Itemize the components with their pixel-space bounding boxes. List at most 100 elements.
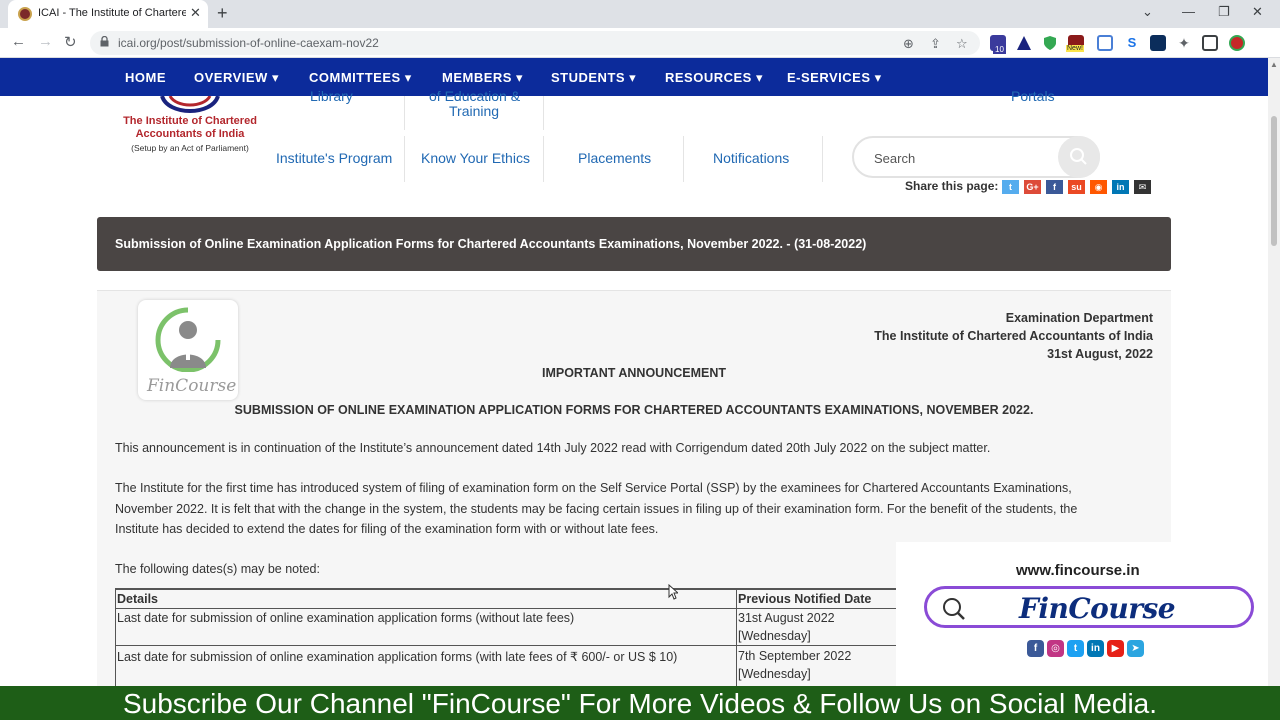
restore-icon[interactable]: ❐: [1218, 4, 1230, 20]
fincourse-watermark-logo: FinCourse: [138, 300, 238, 400]
nav-e-services[interactable]: E-SERVICES ▾: [787, 70, 882, 86]
linkedin-icon[interactable]: in: [1112, 180, 1129, 194]
fincourse-promo-overlay: www.fincourse.in FinCourse f ◎ t in ▶ ➤: [896, 542, 1280, 687]
nav-committees[interactable]: COMMITTEES ▾: [309, 70, 412, 86]
nav-members[interactable]: MEMBERS ▾: [442, 70, 523, 86]
menu-divider: [404, 136, 405, 182]
search-icon: [943, 598, 965, 620]
logo-line-3: (Setup by an Act of Parliament): [131, 143, 249, 153]
url-text: icai.org/post/submission-of-online-caexa…: [118, 36, 379, 50]
menu-placements[interactable]: Placements: [578, 150, 651, 166]
reload-icon[interactable]: ↻: [64, 33, 77, 51]
scroll-up-icon[interactable]: ▲: [1270, 60, 1278, 69]
menu-divider: [543, 136, 544, 182]
youtube-icon[interactable]: ▶: [1107, 640, 1124, 657]
back-icon[interactable]: ←: [11, 33, 26, 50]
table-header-details: Details: [117, 592, 158, 606]
post-title-bar: Submission of Online Examination Applica…: [97, 217, 1171, 271]
menu-divider: [683, 136, 684, 182]
table-border: [115, 588, 915, 590]
announcement-date: 31st August, 2022: [1047, 347, 1153, 361]
menu-divider: [822, 136, 823, 182]
table-row-2-detail: Last date for submission of online exami…: [117, 650, 678, 664]
table-border: [115, 645, 915, 646]
announcement-subheading: SUBMISSION OF ONLINE EXAMINATION APPLICA…: [234, 403, 1034, 417]
nav-home[interactable]: HOME: [125, 70, 166, 85]
extension-badge-count: 10: [993, 45, 1006, 54]
tab-title: ICAI - The Institute of Chartered: [38, 7, 186, 19]
extension-badge-new: New!: [1066, 45, 1084, 52]
linkedin-icon[interactable]: in: [1087, 640, 1104, 657]
minimize-icon[interactable]: —: [1182, 4, 1195, 19]
extensions-puzzle-icon[interactable]: ✦: [1176, 35, 1192, 51]
side-panel-icon[interactable]: [1202, 35, 1218, 51]
extension-5-icon[interactable]: [1097, 35, 1113, 51]
menu-library[interactable]: Library: [310, 88, 353, 104]
fincourse-website[interactable]: www.fincourse.in: [1016, 562, 1140, 579]
site-search: Search: [852, 136, 1100, 178]
close-tab-icon[interactable]: ✕: [190, 5, 201, 21]
google-plus-icon[interactable]: G+: [1024, 180, 1041, 194]
subscribe-banner: Subscribe Our Channel "FinCourse" For Mo…: [0, 686, 1280, 720]
table-row-2-date: 7th September 2022: [738, 649, 852, 663]
extension-6-icon[interactable]: S: [1124, 35, 1140, 51]
paragraph-1: This announcement is in continuation of …: [115, 441, 991, 455]
table-border: [115, 608, 915, 609]
search-input[interactable]: Search: [874, 151, 915, 166]
menu-divider: [543, 96, 544, 130]
twitter-icon[interactable]: t: [1067, 640, 1084, 657]
lock-icon: [100, 36, 109, 47]
person-icon: [155, 307, 221, 372]
bookmark-star-icon[interactable]: ☆: [956, 36, 968, 52]
site-main-nav: HOME OVERVIEW ▾ COMMITTEES ▾ MEMBERS ▾ S…: [0, 58, 1268, 96]
instagram-icon[interactable]: ◎: [1047, 640, 1064, 657]
announcement-heading: IMPORTANT ANNOUNCEMENT: [541, 366, 726, 380]
nav-students[interactable]: STUDENTS ▾: [551, 70, 636, 86]
logo-line-1: The Institute of Chartered: [123, 115, 257, 127]
scrollbar-thumb[interactable]: [1271, 116, 1277, 246]
menu-institutes-program[interactable]: Institute's Program: [276, 150, 392, 166]
icai-favicon-icon: [18, 7, 32, 21]
facebook-icon[interactable]: f: [1046, 180, 1063, 194]
institute-name: The Institute of Chartered Accountants o…: [874, 329, 1153, 343]
table-border: [736, 588, 737, 686]
logo-line-2: Accountants of India: [135, 128, 245, 140]
close-window-icon[interactable]: ✕: [1252, 4, 1263, 20]
share-label: Share this page:: [905, 179, 999, 193]
page-scrollbar[interactable]: ▲: [1268, 58, 1280, 686]
extension-shield-icon[interactable]: [1042, 35, 1058, 51]
nav-resources[interactable]: RESOURCES ▾: [665, 70, 763, 86]
twitter-icon[interactable]: t: [1002, 180, 1019, 194]
tab-search-icon[interactable]: ⌄: [1142, 4, 1153, 20]
extension-7-icon[interactable]: [1150, 35, 1166, 51]
share-page-icon[interactable]: ⇪: [930, 36, 941, 52]
facebook-icon[interactable]: f: [1027, 640, 1044, 657]
menu-know-your-ethics[interactable]: Know Your Ethics: [421, 150, 530, 166]
menu-education-line-2[interactable]: Training: [449, 103, 499, 119]
stumbleupon-icon[interactable]: su: [1068, 180, 1085, 194]
zoom-icon[interactable]: ⊕: [903, 36, 914, 52]
browser-tab-strip: ICAI - The Institute of Chartered ✕ + ⌄ …: [0, 0, 1280, 28]
email-icon[interactable]: ✉: [1134, 180, 1151, 194]
paragraph-2-line-2: November 2022. It is felt that with the …: [115, 502, 1078, 516]
menu-education-line-1[interactable]: of Education &: [429, 88, 520, 104]
table-header-previous-date: Previous Notified Date: [738, 592, 872, 606]
address-bar[interactable]: icai.org/post/submission-of-online-caexa…: [90, 31, 980, 55]
extension-2-icon[interactable]: [1016, 35, 1032, 51]
profile-avatar-icon[interactable]: [1229, 35, 1245, 51]
exam-department: Examination Department: [1005, 311, 1153, 325]
menu-portals[interactable]: Portals: [1011, 88, 1055, 104]
reddit-icon[interactable]: ◉: [1090, 180, 1107, 194]
nav-overview[interactable]: OVERVIEW ▾: [194, 70, 279, 86]
new-tab-icon[interactable]: +: [217, 3, 228, 24]
table-row-2-day: [Wednesday]: [738, 667, 811, 681]
table-row-1-detail: Last date for submission of online exami…: [117, 611, 575, 625]
search-button[interactable]: [1058, 136, 1100, 178]
telegram-icon[interactable]: ➤: [1127, 640, 1144, 657]
menu-notifications[interactable]: Notifications: [713, 150, 789, 166]
icai-logo[interactable]: The Institute of Chartered Accountants o…: [110, 96, 270, 166]
fincourse-brand: FinCourse: [1019, 592, 1176, 625]
forward-icon[interactable]: →: [38, 33, 53, 50]
browser-tab[interactable]: ICAI - The Institute of Chartered ✕: [8, 0, 208, 28]
search-icon: [1070, 148, 1087, 165]
